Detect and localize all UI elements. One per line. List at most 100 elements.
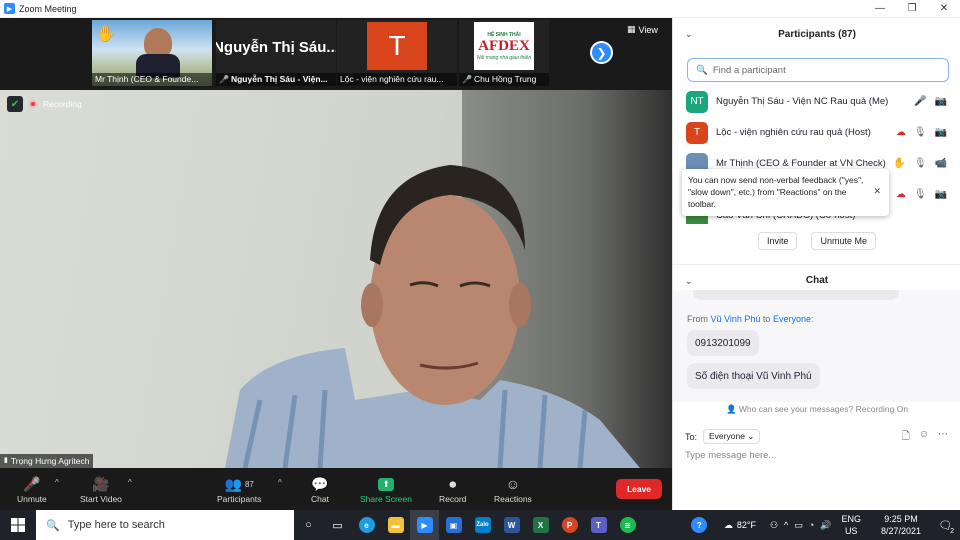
maximize-button[interactable]: ❐: [896, 0, 928, 18]
chat-privacy-note[interactable]: 👤 Who can see your messages? Recording O…: [673, 404, 960, 418]
participants-icon: 👥 87: [224, 475, 254, 492]
zoom-window: ▶ Zoom Meeting — ❐ ✕ ✋ Mr Thịnh (CEO & F…: [0, 0, 960, 540]
active-speaker-video: ✔ Recording ▮ Trọng Hưng Agritech: [0, 90, 672, 468]
thumb-name: 🎤 Chu Hồng Trung: [459, 73, 549, 86]
participant-search-input[interactable]: 🔍 Find a participant: [687, 58, 949, 82]
participant-name: Nguyễn Thị Sáu - Viện NC Rau quả (Me): [716, 96, 889, 107]
spotify-icon[interactable]: ≋: [613, 510, 642, 540]
windows-start-button[interactable]: [0, 510, 36, 540]
record-button[interactable]: ⏺ Record: [439, 474, 466, 505]
edge-icon[interactable]: e: [352, 510, 381, 540]
wifi-icon[interactable]: ◔: [809, 520, 814, 530]
volume-icon[interactable]: 🔊: [820, 520, 831, 531]
chat-tools: 🗋 ☺ ⋯: [902, 429, 948, 446]
participant-name: Mr Thịnh (CEO & Founder at VN Check): [716, 158, 886, 169]
chat-message-input[interactable]: Type message here...: [685, 450, 776, 461]
thumb-display-name: Nguyễn Thị Sáu...: [216, 38, 336, 56]
video-thumb-mr-thinh[interactable]: ✋ Mr Thịnh (CEO & Founde...: [92, 20, 212, 86]
video-thumb-chu-hong-trung[interactable]: HỆ SINH THÁI AFDEX Nối mạng nhà giao thi…: [459, 20, 549, 86]
file-icon[interactable]: 🗋: [902, 429, 910, 446]
view-button[interactable]: ▦ View: [627, 24, 658, 35]
participants-options-caret[interactable]: ^: [278, 478, 282, 487]
chat-message[interactable]: 0913201099: [687, 330, 759, 356]
title-bar: ▶ Zoom Meeting — ❐ ✕: [0, 0, 960, 18]
task-view-icon[interactable]: ▭: [323, 510, 352, 540]
unmute-me-button[interactable]: Unmute Me: [811, 232, 877, 250]
afdex-logo: HỆ SINH THÁI AFDEX Nối mạng nhà giao thi…: [474, 22, 534, 70]
mic-muted-icon[interactable]: 🎤: [914, 96, 926, 107]
word-icon[interactable]: W: [497, 510, 526, 540]
excel-icon[interactable]: X: [526, 510, 555, 540]
minimize-button[interactable]: —: [864, 0, 896, 18]
chat-sender-line: From Vũ Vinh Phú to Everyone:: [687, 314, 814, 324]
emoji-icon[interactable]: ☺: [919, 429, 929, 446]
close-button[interactable]: ✕: [928, 0, 960, 18]
thumb-name: 🎤 Nguyễn Thị Sáu - Viện...: [216, 73, 336, 86]
active-speaker-name: ▮ Trọng Hưng Agritech: [0, 454, 94, 468]
chat-button[interactable]: 💬 Chat: [311, 474, 329, 505]
chat-message[interactable]: Số điện thoại Vũ Vinh Phú: [687, 363, 820, 389]
participant-row[interactable]: NT Nguyễn Thị Sáu - Viện NC Rau quả (Me)…: [673, 86, 960, 117]
speaker-image: [225, 165, 640, 468]
chat-recipient: To: Everyone ⌄: [685, 429, 761, 444]
search-icon: 🔍: [46, 519, 60, 532]
unmute-button[interactable]: 🎤 ⁄ Unmute: [17, 474, 47, 504]
language-indicator[interactable]: ENG US: [841, 513, 861, 537]
start-video-button[interactable]: 🎥 ⁄ Start Video: [80, 474, 122, 504]
audio-options-caret[interactable]: ^: [55, 478, 59, 487]
weather-cloud-icon: ☁: [723, 519, 733, 530]
participants-button[interactable]: 👥 87 Participants: [217, 474, 261, 505]
video-options-caret[interactable]: ^: [128, 478, 132, 487]
participant-row[interactable]: T Lộc - viện nghiên cứu rau quả (Host) ☁…: [673, 117, 960, 148]
weather-temp[interactable]: 82°F: [737, 520, 756, 530]
video-icon[interactable]: 📹: [935, 158, 947, 169]
participants-header: ⌄ Participants (87): [685, 28, 856, 40]
search-icon: 🔍: [696, 64, 708, 76]
video-thumb-nguyen-thi-sau[interactable]: Nguyễn Thị Sáu... 🎤 Nguyễn Thị Sáu - Viện…: [216, 20, 336, 86]
video-thumb-loc[interactable]: T Lộc - viện nghiên cứu rau...: [337, 20, 457, 86]
chat-bubble-icon: 💬: [311, 475, 329, 492]
video-off-icon[interactable]: 📷: [935, 96, 947, 107]
taskbar-search-box[interactable]: 🔍 Type here to search: [36, 510, 294, 540]
mic-muted-icon: 🎤 ⁄: [23, 475, 41, 492]
clock[interactable]: 9:25 PM 8/27/2021: [881, 513, 921, 537]
next-page-button[interactable]: ❯: [590, 41, 613, 64]
share-screen-icon: ⬆: [378, 474, 394, 494]
invite-button[interactable]: Invite: [757, 232, 798, 250]
collapse-chevron-icon[interactable]: ⌄: [685, 29, 693, 40]
people-icon[interactable]: ⚇: [770, 520, 778, 531]
notifications-icon[interactable]: 🗨 2: [931, 510, 960, 540]
leave-button[interactable]: Leave: [616, 479, 662, 499]
side-panel: ⌄ Participants (87) 🔍 Find a participant…: [672, 18, 960, 510]
security-shield-icon[interactable]: ✔: [7, 96, 23, 112]
zalo-icon[interactable]: Zalo: [468, 510, 497, 540]
recording-dot-icon: [29, 100, 37, 108]
network-icon[interactable]: ▭: [794, 520, 803, 531]
recipient-dropdown[interactable]: Everyone ⌄: [703, 429, 761, 444]
teams-icon[interactable]: T: [584, 510, 613, 540]
zoom-taskbar-icon[interactable]: ▶: [410, 510, 439, 540]
cloud-recording-icon: ☁: [895, 189, 906, 200]
powerpoint-icon[interactable]: P: [555, 510, 584, 540]
more-icon[interactable]: ⋯: [938, 429, 948, 446]
file-explorer-icon[interactable]: ▬: [381, 510, 410, 540]
mic-icon[interactable]: 🎙: [914, 158, 927, 169]
video-off-icon[interactable]: 📷: [935, 127, 947, 138]
video-off-icon[interactable]: 📷: [935, 189, 947, 200]
video-strip: ✋ Mr Thịnh (CEO & Founde... Nguyễn Thị S…: [0, 18, 672, 90]
participant-actions: Invite Unmute Me: [673, 232, 960, 254]
window-app-icon[interactable]: ▣: [439, 510, 468, 540]
mic-icon[interactable]: 🎙: [914, 189, 927, 200]
share-screen-button[interactable]: ⬆ Share Screen: [360, 474, 412, 504]
collapse-chevron-icon[interactable]: ⌄: [685, 276, 693, 287]
thumb-name: Lộc - viện nghiên cứu rau...: [337, 73, 457, 86]
reactions-button[interactable]: ☺ Reactions: [494, 474, 532, 504]
grid-icon: ▦: [627, 24, 636, 34]
help-icon[interactable]: ?: [685, 510, 714, 540]
cortana-icon[interactable]: ○: [294, 510, 323, 540]
mic-icon[interactable]: 🎙: [914, 127, 927, 138]
tooltip-close-icon[interactable]: ✕: [873, 185, 881, 197]
meeting-area: ✋ Mr Thịnh (CEO & Founde... Nguyễn Thị S…: [0, 18, 672, 510]
chat-messages: From Vũ Vinh Phú to Everyone: 0913201099…: [673, 290, 960, 402]
chevron-up-icon[interactable]: ^: [784, 520, 788, 530]
